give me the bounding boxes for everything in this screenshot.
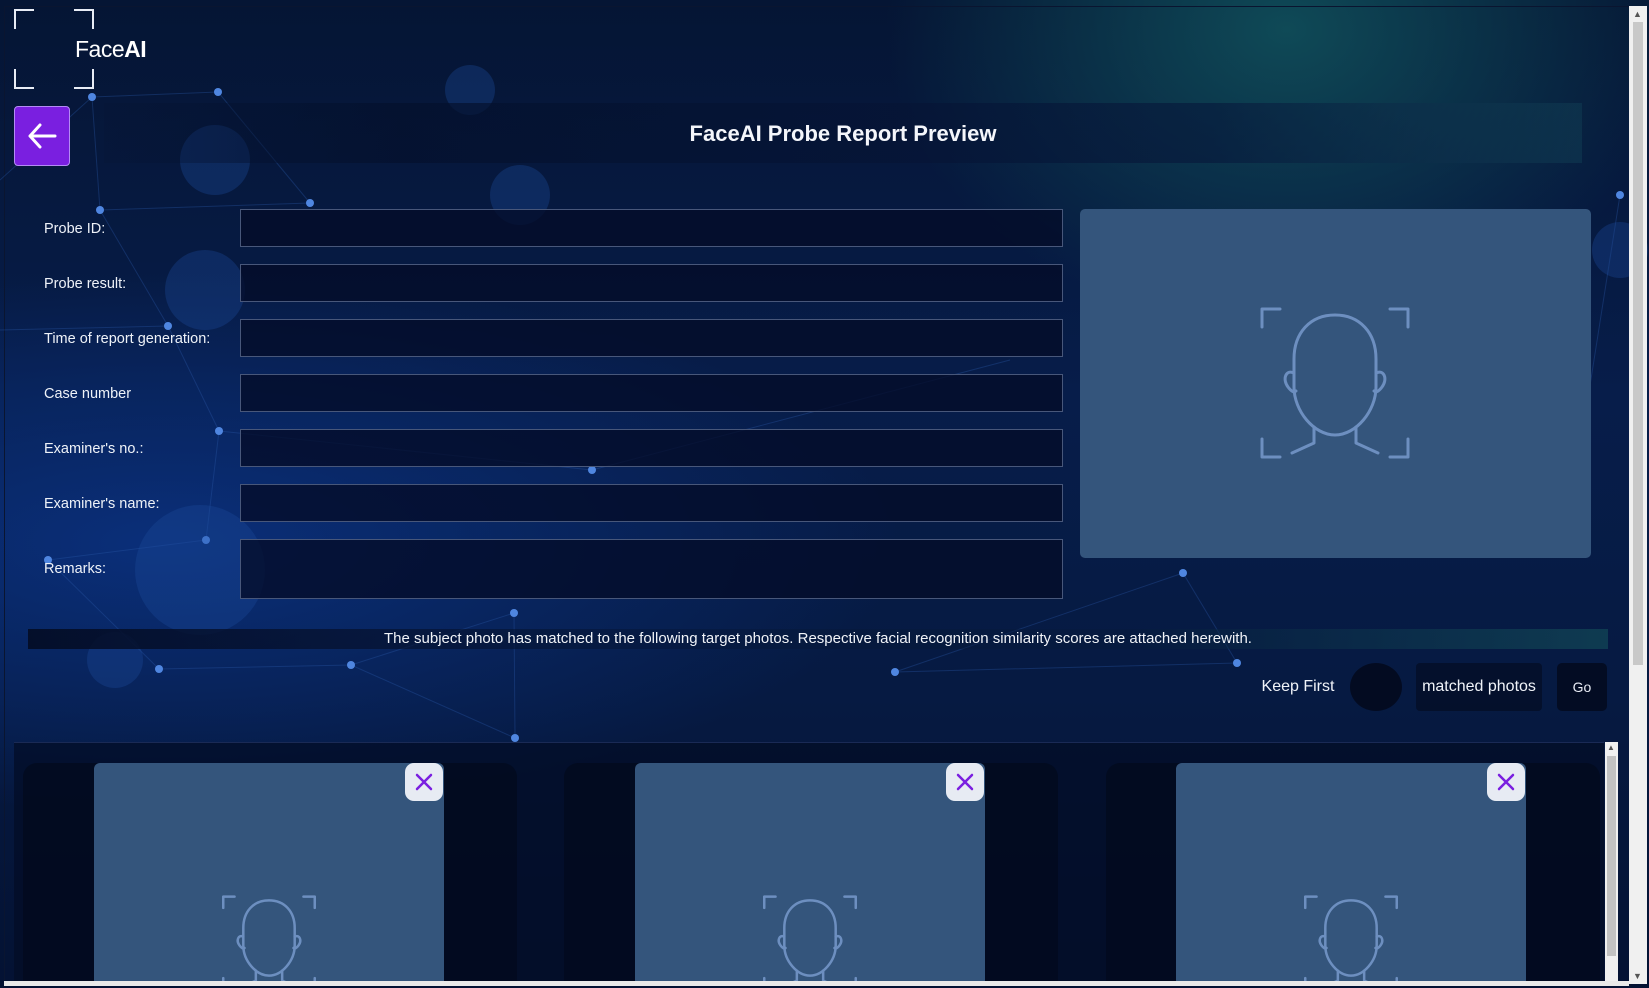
logo-corner — [74, 9, 94, 29]
logo-text-bold: AI — [124, 36, 147, 62]
logo-corner — [14, 69, 34, 89]
logo-text-light: Face — [75, 36, 125, 62]
case-number-label: Case number — [44, 386, 132, 402]
probe-id-field[interactable] — [240, 209, 1063, 247]
probe-result-field[interactable] — [240, 264, 1063, 302]
results-scrollbar-thumb[interactable] — [1607, 756, 1616, 956]
remarks-label: Remarks: — [44, 561, 107, 577]
matched-photos-panel[interactable] — [14, 742, 1604, 983]
close-icon — [415, 773, 433, 791]
page-title: FaceAI Probe Report Preview — [689, 121, 997, 146]
back-button[interactable] — [14, 106, 70, 166]
keep-first-label: Keep First — [1261, 678, 1335, 695]
face-scan-icon — [222, 895, 316, 983]
page-scrollbar-thumb[interactable] — [1633, 22, 1643, 665]
close-icon — [956, 773, 974, 791]
close-icon — [1497, 773, 1515, 791]
remove-match-button[interactable] — [405, 763, 443, 801]
logo-corner — [74, 69, 94, 89]
report-time-field[interactable] — [240, 319, 1063, 357]
arrow-left-icon — [28, 123, 57, 149]
window-bottom-edge — [4, 981, 1629, 986]
match-photo — [635, 763, 985, 983]
face-scan-icon — [1260, 307, 1410, 459]
match-photo — [1176, 763, 1526, 983]
face-scan-icon — [1304, 895, 1398, 983]
probe-id-label: Probe ID: — [44, 221, 106, 237]
examiner-no-label: Examiner's no.: — [44, 441, 144, 457]
match-notice: The subject photo has matched to the fol… — [384, 630, 1252, 647]
probe-result-label: Probe result: — [44, 276, 127, 292]
match-photo — [94, 763, 444, 983]
matched-photos-label: matched photos — [1416, 663, 1542, 711]
examiner-no-field[interactable] — [240, 429, 1063, 467]
logo-text: FaceAI — [75, 36, 147, 63]
remove-match-button[interactable] — [946, 763, 984, 801]
report-time-label: Time of report generation: — [44, 331, 211, 347]
scroll-up-icon[interactable]: ▲ — [1607, 743, 1615, 752]
results-scrollbar[interactable]: ▲ — [1605, 742, 1618, 982]
examiner-name-label: Examiner's name: — [44, 496, 160, 512]
examiner-name-field[interactable] — [240, 484, 1063, 522]
keep-count-input[interactable] — [1350, 663, 1402, 711]
scroll-down-icon[interactable]: ▼ — [1633, 971, 1642, 981]
go-button[interactable]: Go — [1557, 663, 1607, 711]
scroll-up-icon[interactable]: ▲ — [1633, 9, 1642, 19]
remarks-field[interactable] — [240, 539, 1063, 599]
remove-match-button[interactable] — [1487, 763, 1525, 801]
probe-photo — [1080, 209, 1591, 558]
logo-corner — [14, 9, 34, 29]
page-scrollbar[interactable]: ▲ ▼ — [1629, 6, 1647, 984]
face-scan-icon — [763, 895, 857, 983]
case-number-field[interactable] — [240, 374, 1063, 412]
